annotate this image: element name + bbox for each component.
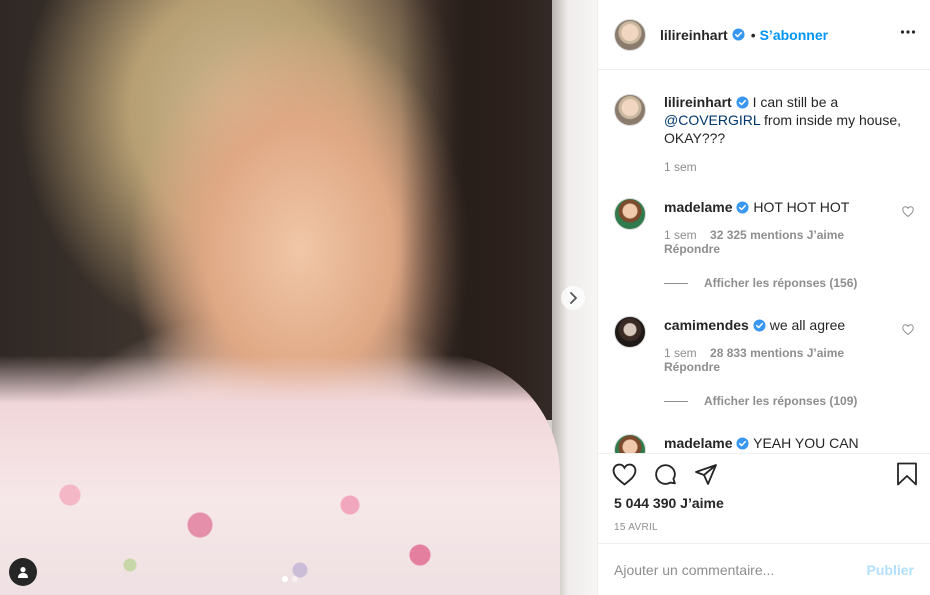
- view-replies-label: Afficher les réponses (156): [704, 276, 858, 290]
- tagged-users-button[interactable]: [9, 558, 37, 586]
- publish-button[interactable]: Publier: [867, 562, 914, 578]
- chevron-right-icon: [570, 292, 577, 304]
- caption-meta: 1 sem: [664, 160, 904, 174]
- comment-username[interactable]: madelame: [664, 435, 732, 451]
- replies-divider: [664, 282, 688, 284]
- post-header: lilireinhart • S’abonner: [598, 0, 930, 70]
- user-icon: [18, 567, 28, 578]
- avatar[interactable]: [614, 18, 646, 51]
- post-actions: 5 044 390 J’aime 15 AVRIL: [598, 453, 930, 543]
- comment-item: madelame YEAH YOU CAN: [614, 434, 914, 453]
- header-username[interactable]: lilireinhart: [660, 27, 728, 43]
- verified-badge-icon: [736, 96, 749, 109]
- caption-body: lilireinhart I can still be a @COVERGIRL…: [664, 93, 904, 174]
- comment-username[interactable]: madelame: [664, 199, 732, 215]
- comment-item: madelame HOT HOT HOT 1 sem 32 325 mentio…: [614, 198, 914, 256]
- caption-username[interactable]: lilireinhart: [664, 94, 732, 110]
- carousel-indicator: [282, 576, 298, 582]
- view-replies-button[interactable]: Afficher les réponses (109): [664, 394, 914, 408]
- comment-input[interactable]: [614, 561, 867, 578]
- comment-text: HOT HOT HOT: [753, 199, 850, 215]
- verified-badge-icon: [736, 201, 750, 214]
- comment-text: we all agree: [769, 317, 846, 333]
- comment-body: madelame HOT HOT HOT 1 sem 32 325 mentio…: [664, 198, 904, 256]
- heart-icon: [902, 206, 914, 218]
- verified-badge-icon: [736, 437, 750, 450]
- comment-like-button[interactable]: [902, 322, 914, 338]
- reply-button[interactable]: Répondre: [664, 360, 720, 374]
- carousel-dot: [292, 576, 298, 582]
- reply-button[interactable]: Répondre: [664, 242, 720, 256]
- heart-icon: [612, 463, 637, 486]
- comments-list[interactable]: lilireinhart I can still be a @COVERGIRL…: [598, 70, 930, 453]
- carousel-dot-active: [282, 576, 288, 582]
- verified-badge-icon: [732, 28, 745, 41]
- likes-count[interactable]: 5 044 390 J’aime: [614, 494, 916, 512]
- more-options-button[interactable]: [900, 24, 916, 43]
- post-side-panel: lilireinhart • S’abonner lilireinhart I …: [597, 0, 930, 595]
- like-button[interactable]: [612, 463, 637, 486]
- follow-button[interactable]: S’abonner: [760, 27, 828, 43]
- avatar[interactable]: [614, 198, 646, 230]
- comment-body: camimendes we all agree 1 sem 28 833 men…: [664, 316, 904, 374]
- photo-dress: [0, 355, 560, 595]
- avatar[interactable]: [614, 434, 646, 453]
- verified-badge-icon: [753, 319, 766, 332]
- share-button[interactable]: [694, 462, 718, 486]
- view-replies-button[interactable]: Afficher les réponses (156): [664, 276, 914, 290]
- caption-time[interactable]: 1 sem: [664, 160, 697, 174]
- more-options-icon: [900, 30, 916, 34]
- next-photo-button[interactable]: [561, 286, 585, 310]
- comment-body: madelame YEAH YOU CAN: [664, 434, 904, 453]
- avatar[interactable]: [614, 316, 646, 348]
- comment-button[interactable]: [653, 462, 678, 487]
- comment-item: camimendes we all agree 1 sem 28 833 men…: [614, 316, 914, 374]
- send-icon: [695, 464, 717, 485]
- save-button[interactable]: [896, 462, 918, 489]
- replies-divider: [664, 400, 688, 402]
- view-replies-label: Afficher les réponses (109): [704, 394, 858, 408]
- comment-time[interactable]: 1 sem: [664, 346, 697, 360]
- add-comment-bar: Publier: [598, 543, 930, 595]
- caption: lilireinhart I can still be a @COVERGIRL…: [614, 94, 914, 174]
- post-date[interactable]: 15 AVRIL: [614, 522, 916, 533]
- instagram-post-modal: lilireinhart • S’abonner lilireinhart I …: [0, 0, 930, 595]
- comment-meta: 1 sem 28 833 mentions J’aime Répondre: [664, 346, 904, 374]
- avatar[interactable]: [614, 94, 646, 126]
- caption-text-before: I can still be a: [752, 94, 839, 110]
- comment-icon: [655, 463, 676, 485]
- comment-text: YEAH YOU CAN: [753, 435, 859, 451]
- header-separator: •: [750, 26, 756, 43]
- heart-icon: [902, 324, 914, 336]
- post-photo[interactable]: [0, 0, 597, 595]
- comment-time[interactable]: 1 sem: [664, 228, 697, 242]
- caption-mention-link[interactable]: @COVERGIRL: [664, 112, 760, 128]
- comment-likes[interactable]: 32 325 mentions J’aime: [710, 228, 844, 242]
- comment-likes[interactable]: 28 833 mentions J’aime: [710, 346, 844, 360]
- bookmark-icon: [897, 462, 917, 486]
- comment-like-button[interactable]: [902, 204, 914, 220]
- action-bar: [612, 454, 918, 494]
- comment-meta: 1 sem 32 325 mentions J’aime Répondre: [664, 228, 904, 256]
- comment-username[interactable]: camimendes: [664, 317, 749, 333]
